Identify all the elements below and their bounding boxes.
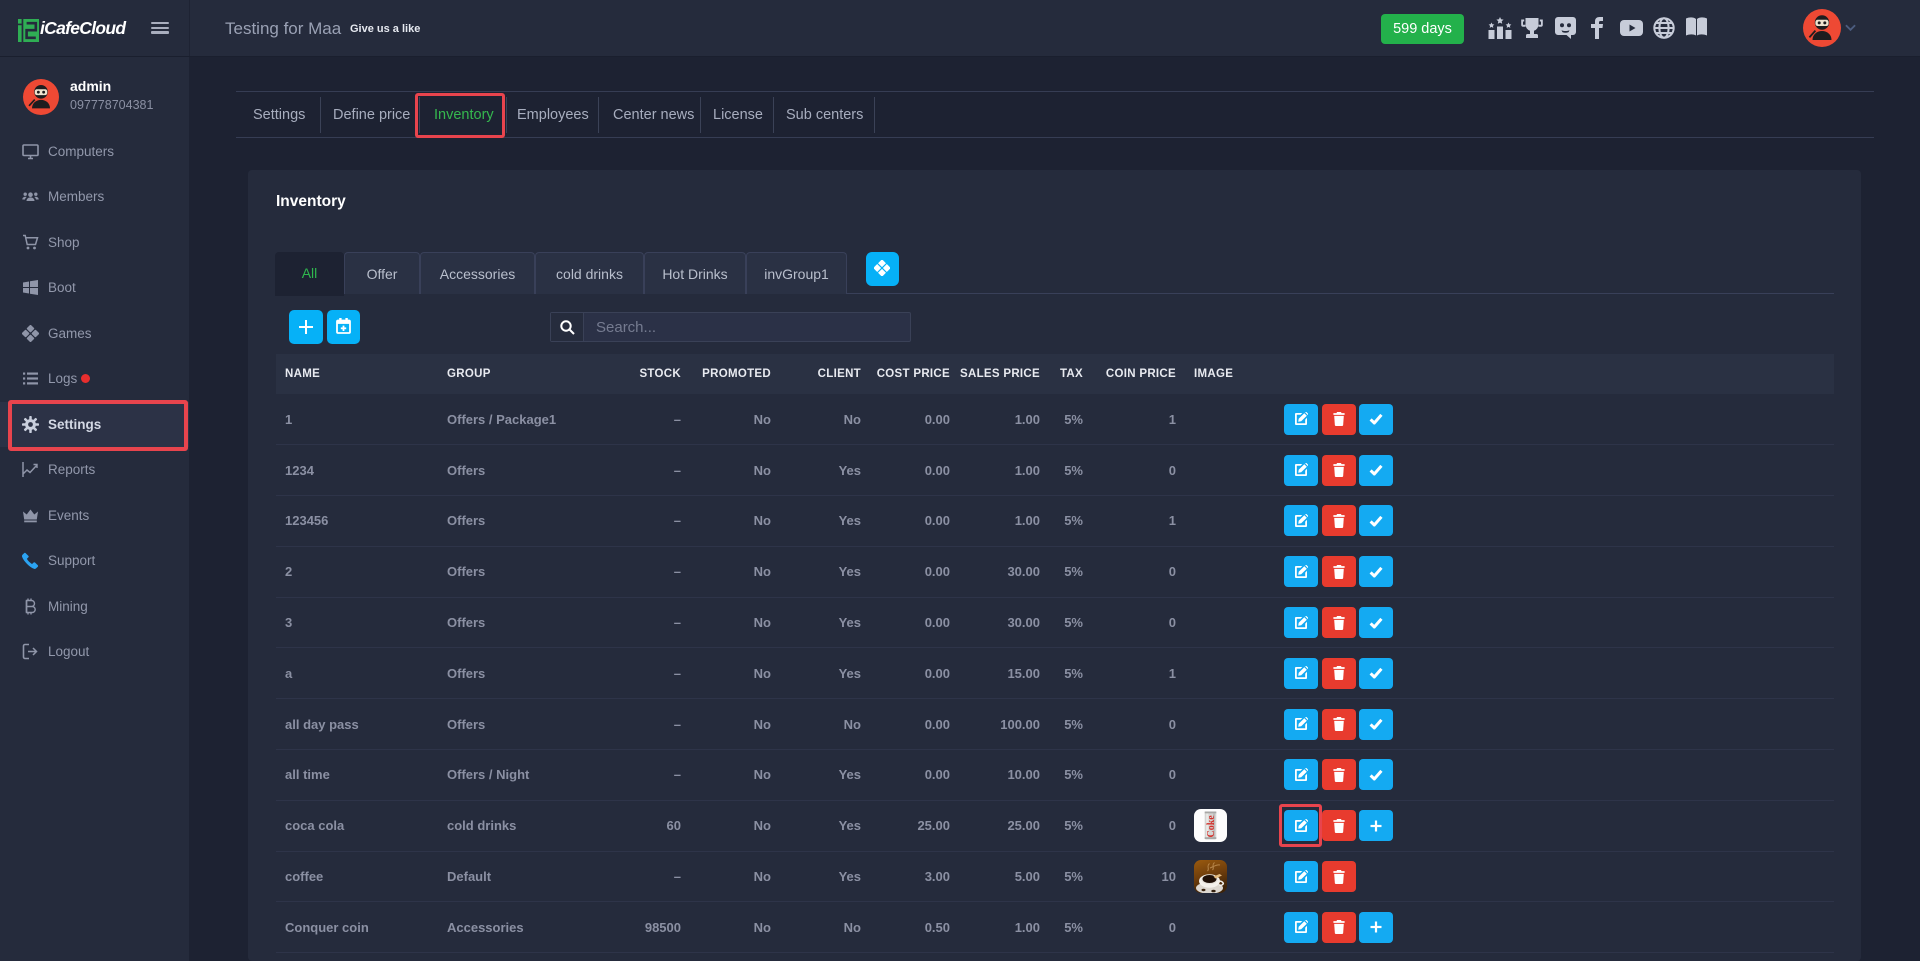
svg-text:Coke: Coke [1206,815,1217,838]
